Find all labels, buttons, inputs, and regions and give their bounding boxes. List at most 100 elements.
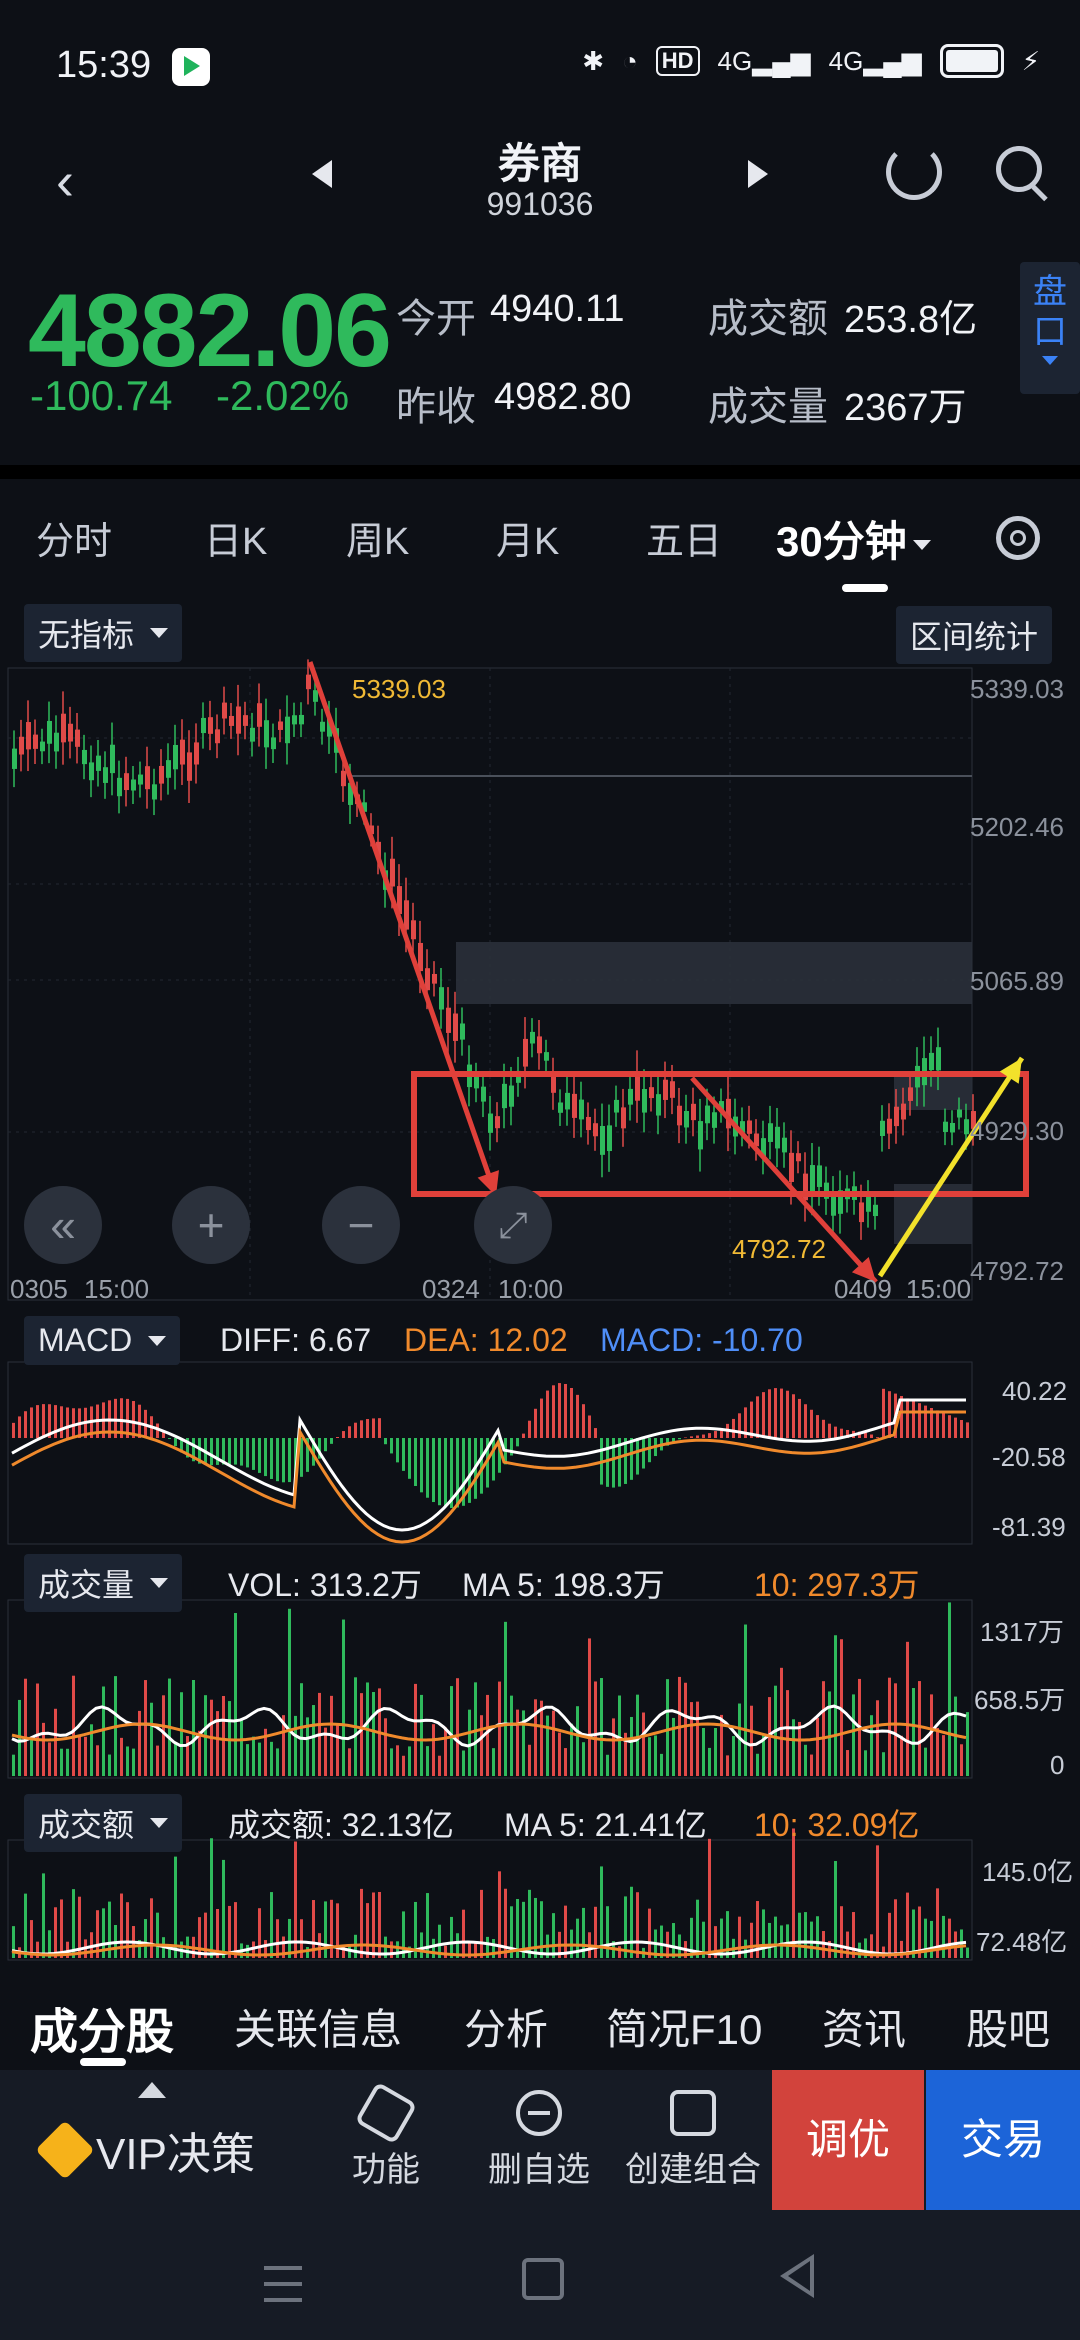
macd-diff: DIFF: 6.67 <box>220 1322 372 1358</box>
macd-bar <box>444 1438 447 1508</box>
vol-ma5: MA 5: 198.3万 <box>462 1567 665 1603</box>
trade-button[interactable]: 交易 <box>926 2070 1080 2210</box>
candle-body <box>299 714 304 725</box>
volume-bar <box>672 1717 675 1776</box>
volume-bar <box>36 1683 39 1776</box>
candle-body <box>271 737 276 750</box>
home-icon[interactable] <box>522 2258 564 2300</box>
candle-body <box>82 749 87 765</box>
macd-bar <box>234 1438 237 1465</box>
candle-body <box>236 706 241 734</box>
scroll-left-button[interactable]: « <box>24 1186 102 1264</box>
macd-bar <box>282 1438 285 1483</box>
volume-bar <box>618 1695 621 1776</box>
candle-body <box>152 784 157 800</box>
amount-bar <box>330 1899 333 1958</box>
macd-bar <box>570 1387 573 1438</box>
optimize-button[interactable]: 调优 <box>772 2070 924 2210</box>
volume-bar <box>810 1754 813 1776</box>
amount-bar <box>54 1907 57 1958</box>
macd-bar <box>12 1422 15 1438</box>
volume-bar <box>894 1683 897 1776</box>
amount-bar <box>636 1892 639 1958</box>
volume-bar <box>492 1748 495 1776</box>
x-label-3: 0324 <box>422 1274 480 1304</box>
amount-bar <box>762 1909 765 1958</box>
amount-bar <box>480 1889 483 1958</box>
candle-body <box>950 1122 955 1133</box>
tab-f10[interactable]: 简况F10 <box>606 1996 762 2057</box>
fullscreen-button[interactable]: ⤢ <box>474 1186 552 1264</box>
amount-bar <box>768 1922 771 1958</box>
tab-analysis[interactable]: 分析 <box>464 1996 548 2057</box>
vip-decision-button[interactable]: VIP决策 <box>35 2118 255 2182</box>
volume-bar <box>594 1681 597 1776</box>
chevron-down-icon <box>150 1818 169 1828</box>
macd-bar <box>174 1438 177 1447</box>
amount-bar <box>42 1873 45 1958</box>
volume-bar <box>96 1745 99 1776</box>
macd-bar <box>906 1398 909 1438</box>
action-dock: VIP决策 功能 删自选 创建组合 调优 交易 <box>0 2070 1080 2210</box>
create-portfolio-label: 创建组合 <box>625 2151 761 2189</box>
macd-bar <box>258 1438 261 1473</box>
remove-watchlist-button[interactable]: 删自选 <box>484 2090 594 2191</box>
amount-selector[interactable]: 成交额 <box>24 1794 183 1852</box>
amount-bar <box>648 1908 651 1958</box>
volume-selector[interactable]: 成交量 <box>24 1554 183 1612</box>
candle-body <box>600 1125 605 1155</box>
function-button[interactable]: 功能 <box>346 2081 426 2191</box>
candle-body <box>544 1052 549 1061</box>
volume-bar <box>396 1745 399 1776</box>
zoom-out-button[interactable]: − <box>322 1186 400 1264</box>
y-label-2: 5202.46 <box>970 812 1064 842</box>
macd-bar <box>888 1391 891 1438</box>
candle-body <box>782 1137 787 1153</box>
candle-body <box>649 1087 654 1099</box>
back-icon[interactable] <box>780 2254 814 2298</box>
amount-bar <box>810 1921 813 1958</box>
volume-bar <box>510 1695 513 1776</box>
macd-bar <box>822 1419 825 1438</box>
menu-icon[interactable] <box>264 2266 302 2302</box>
amount-bar <box>432 1938 435 1958</box>
macd-bar <box>684 1437 687 1438</box>
candle-body <box>642 1089 647 1113</box>
tab-constituents[interactable]: 成分股 <box>30 1992 174 2062</box>
volume-bar <box>42 1722 45 1776</box>
volume-bar <box>882 1752 885 1776</box>
tab-news[interactable]: 资讯 <box>822 1996 906 2057</box>
volume-bar <box>12 1754 15 1776</box>
amount-bar <box>804 1912 807 1958</box>
macd-label: MACD <box>38 1322 133 1358</box>
volume-bar <box>258 1742 261 1776</box>
create-portfolio-button[interactable]: 创建组合 <box>618 2090 768 2191</box>
macd-bar <box>72 1408 75 1438</box>
candle-body <box>166 760 171 778</box>
tab-related-info[interactable]: 关联信息 <box>234 1996 402 2057</box>
candle-body <box>19 736 24 755</box>
candle-body <box>460 1023 465 1040</box>
candle-body <box>943 1121 948 1132</box>
volume-bar <box>132 1748 135 1776</box>
candle-body <box>117 777 122 797</box>
macd-bar <box>828 1423 831 1438</box>
macd-y-3: -81.39 <box>992 1512 1066 1542</box>
zoom-in-button[interactable]: + <box>172 1186 250 1264</box>
candle-body <box>187 752 192 781</box>
macd-bar <box>798 1398 801 1438</box>
macd-bar <box>912 1400 915 1438</box>
macd-bar <box>60 1406 63 1438</box>
tab-forum[interactable]: 股吧 <box>966 1996 1050 2057</box>
macd-selector[interactable]: MACD <box>24 1316 181 1365</box>
volume-bar <box>24 1678 27 1776</box>
candle-body <box>789 1152 794 1182</box>
expand-up-icon[interactable] <box>138 2082 166 2098</box>
amount-bar <box>306 1947 309 1958</box>
candle-body <box>61 713 66 743</box>
volume-bar <box>456 1678 459 1776</box>
candle-body <box>404 900 409 930</box>
candle-body <box>243 715 248 726</box>
volume-bar <box>174 1741 177 1776</box>
volume-bar <box>360 1693 363 1776</box>
